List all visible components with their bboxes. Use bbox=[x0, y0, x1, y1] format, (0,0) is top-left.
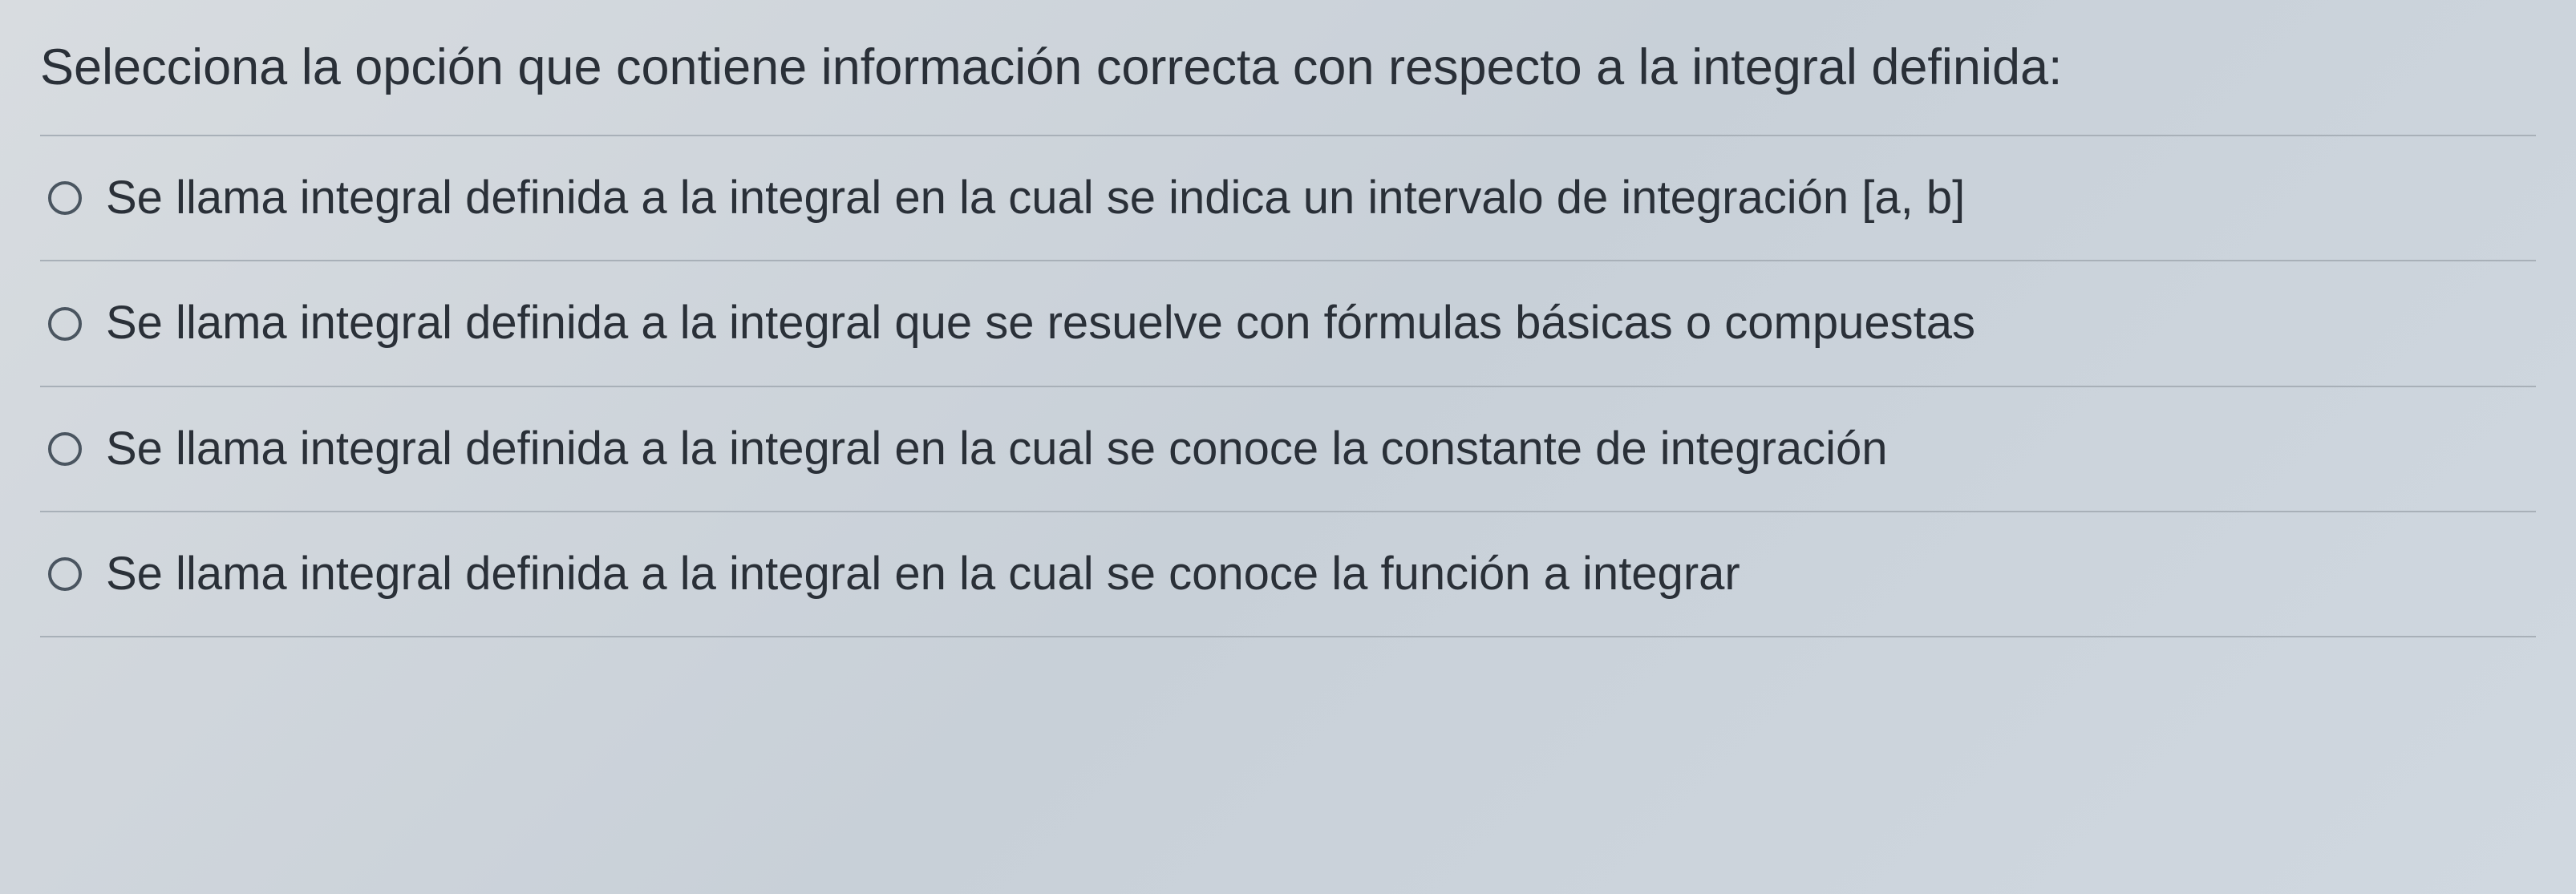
radio-icon[interactable] bbox=[48, 557, 82, 591]
radio-icon[interactable] bbox=[48, 307, 82, 341]
quiz-container: Selecciona la opción que contiene inform… bbox=[0, 0, 2576, 661]
option-row[interactable]: Se llama integral definida a la integral… bbox=[40, 512, 2536, 637]
option-label: Se llama integral definida a la integral… bbox=[106, 543, 1740, 605]
radio-icon[interactable] bbox=[48, 432, 82, 466]
option-row[interactable]: Se llama integral definida a la integral… bbox=[40, 261, 2536, 386]
option-label: Se llama integral definida a la integral… bbox=[106, 167, 1965, 229]
option-label: Se llama integral definida a la integral… bbox=[106, 418, 1888, 480]
radio-icon[interactable] bbox=[48, 181, 82, 215]
option-row[interactable]: Se llama integral definida a la integral… bbox=[40, 136, 2536, 261]
option-label: Se llama integral definida a la integral… bbox=[106, 292, 1975, 354]
option-row[interactable]: Se llama integral definida a la integral… bbox=[40, 387, 2536, 512]
options-list: Se llama integral definida a la integral… bbox=[40, 135, 2536, 637]
question-text: Selecciona la opción que contiene inform… bbox=[40, 24, 2536, 135]
